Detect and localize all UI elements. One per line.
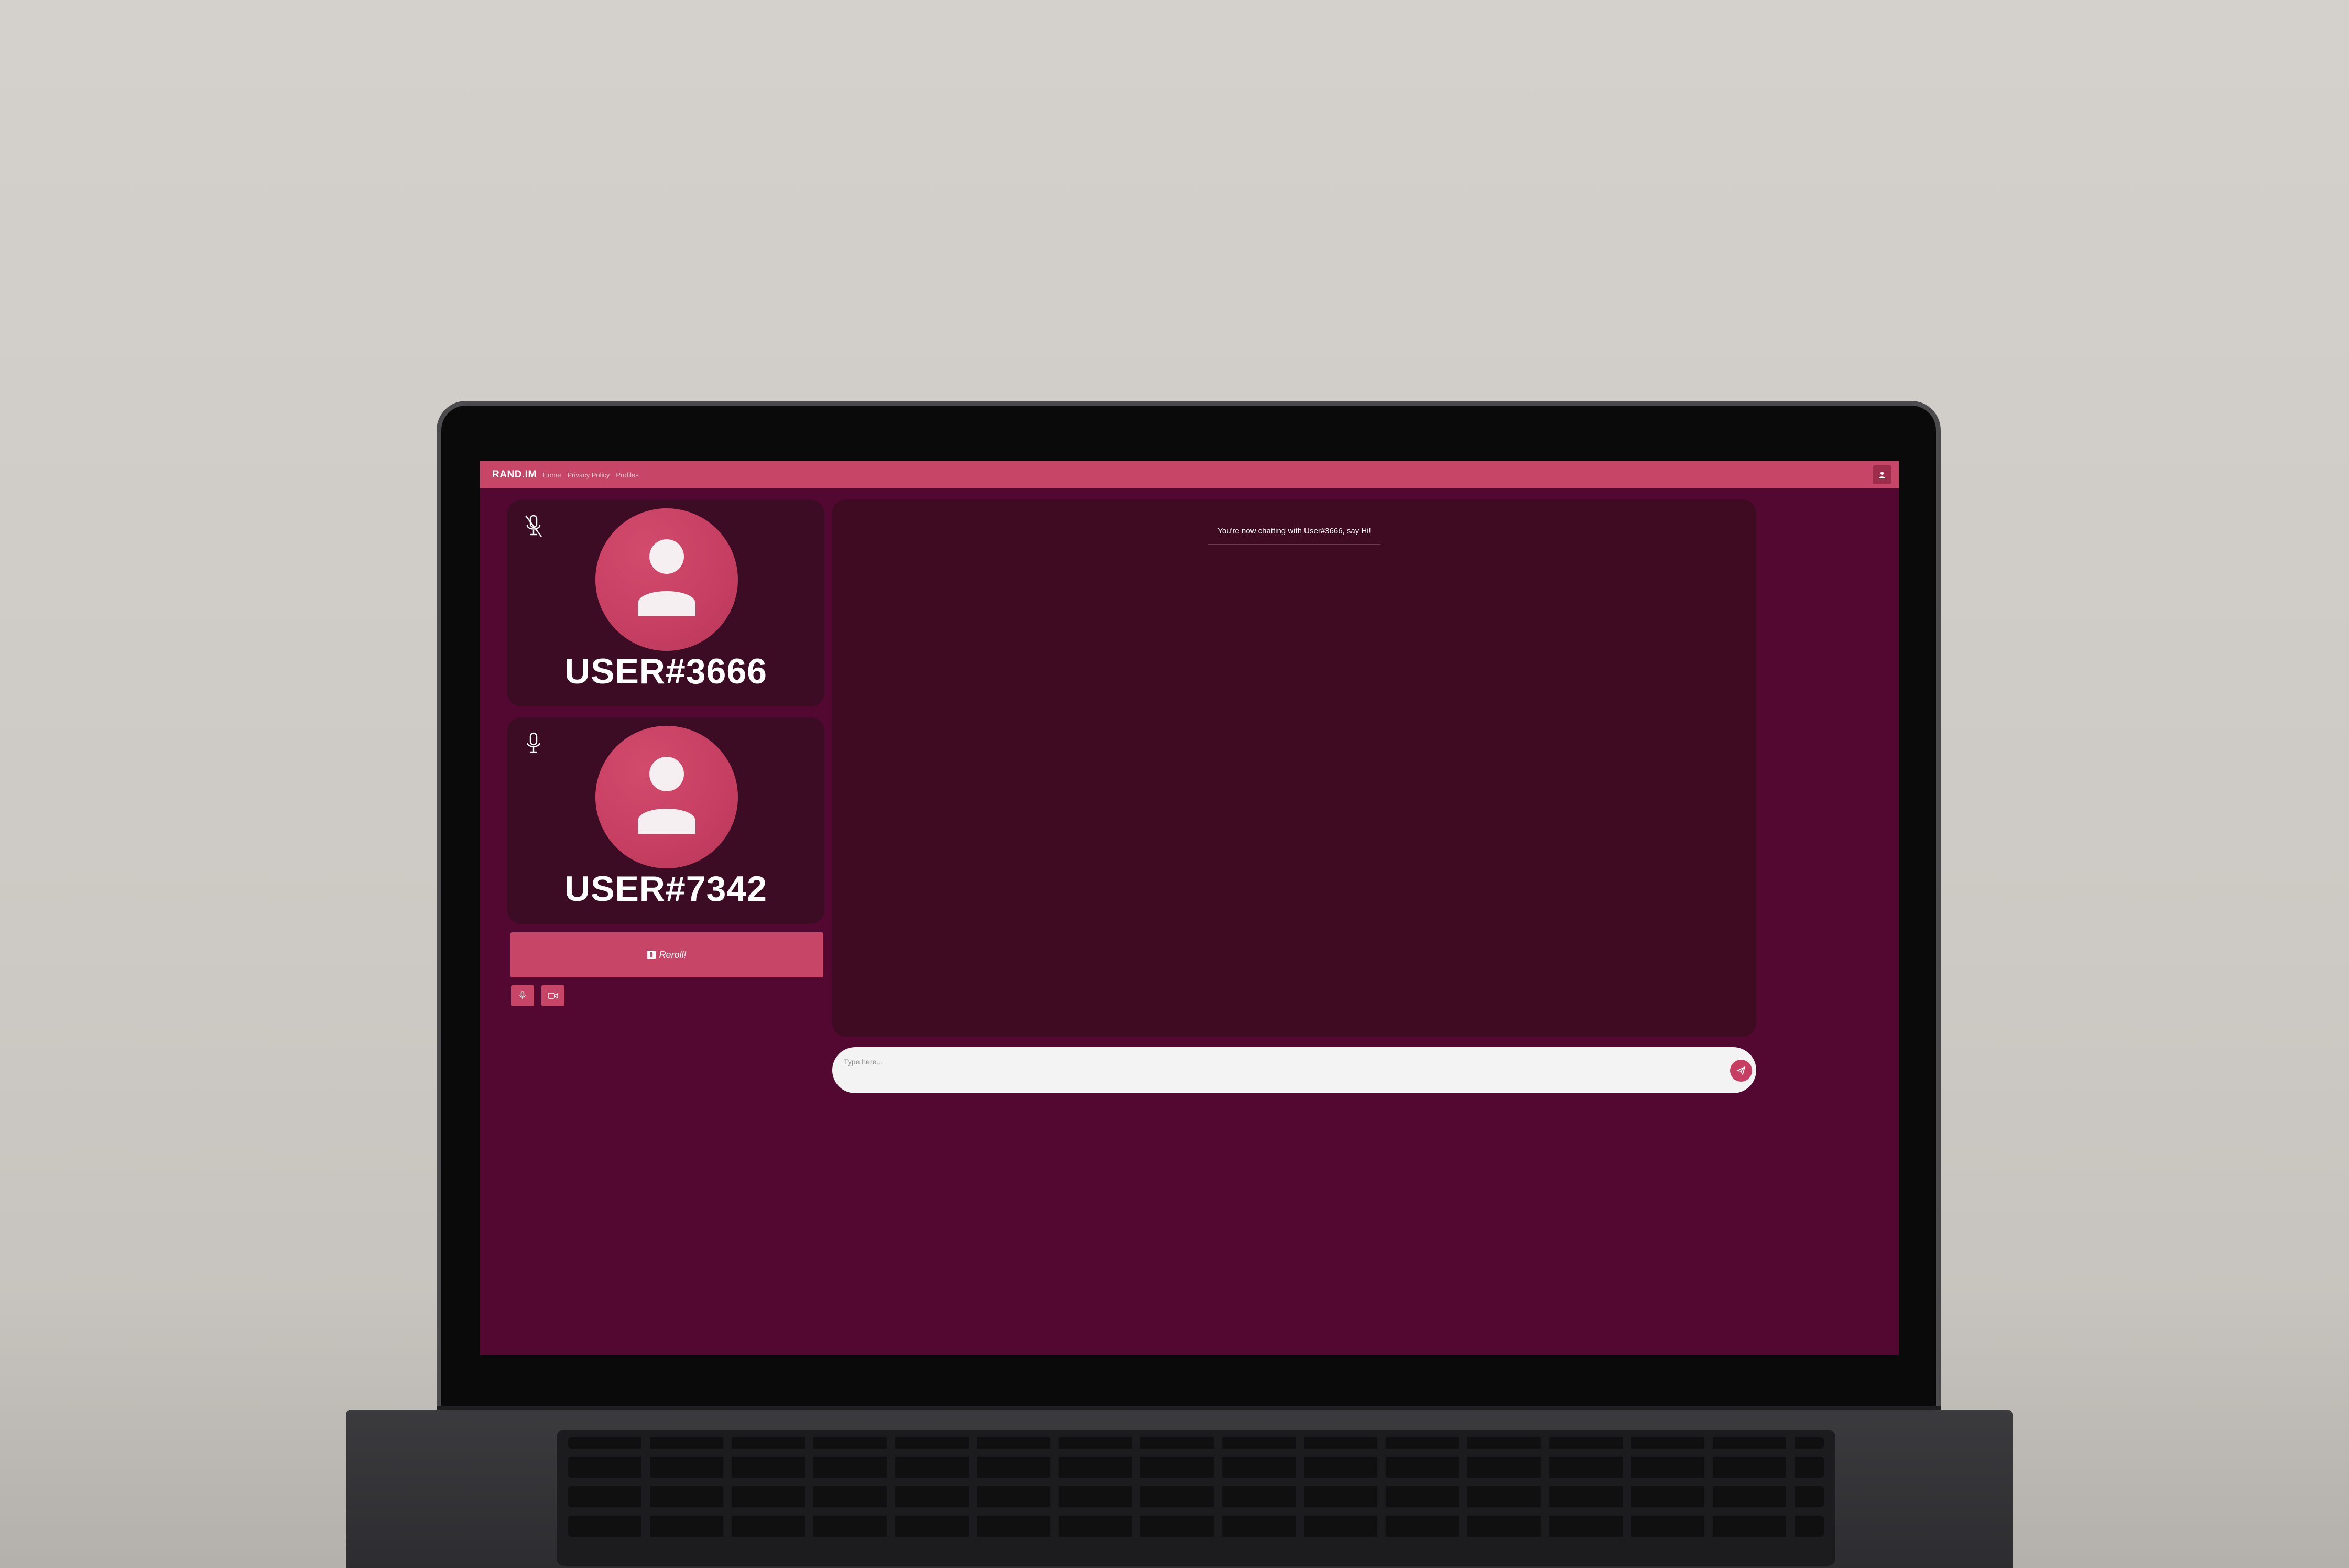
profile-button[interactable] <box>1873 465 1891 484</box>
reroll-button[interactable]: Reroll! <box>510 932 823 977</box>
laptop-keyboard <box>557 1430 1835 1566</box>
message-input[interactable] <box>843 1053 1694 1070</box>
camera-toggle-button[interactable] <box>541 985 564 1006</box>
message-divider <box>1208 544 1380 545</box>
keyboard-row <box>568 1486 1824 1507</box>
username: USER#3666 <box>564 651 768 691</box>
avatar <box>595 508 738 651</box>
username: USER#7342 <box>564 869 768 909</box>
nav-link-profiles[interactable]: Profiles <box>616 471 638 479</box>
send-icon <box>1737 1066 1745 1075</box>
top-navbar: RAND.IM Home Privacy Policy Profiles <box>480 461 1899 488</box>
avatar <box>595 726 738 868</box>
send-button[interactable] <box>1730 1060 1752 1082</box>
app-screen: RAND.IM Home Privacy Policy Profiles USE… <box>480 461 1899 1355</box>
keyboard-row <box>568 1457 1824 1478</box>
avatar-person-icon <box>638 757 695 834</box>
mic-toggle-button[interactable] <box>511 985 534 1006</box>
user-card: USER#3666 <box>507 500 824 706</box>
mic-icon <box>526 732 541 753</box>
keyboard-row <box>568 1437 1824 1449</box>
mic-off-icon <box>525 515 542 537</box>
brand-logo[interactable]: RAND.IM <box>492 469 537 481</box>
message-input-bar <box>832 1047 1756 1093</box>
reroll-label: Reroll! <box>659 949 687 960</box>
system-message: You're now chatting with User#3666, say … <box>1217 527 1371 536</box>
video-camera-icon <box>548 993 558 999</box>
chat-panel: You're now chatting with User#3666, say … <box>832 499 1756 1037</box>
nav-link-home[interactable]: Home <box>543 471 561 479</box>
user-icon <box>1879 472 1885 478</box>
user-card: USER#7342 <box>507 717 824 924</box>
avatar-person-icon <box>638 539 695 616</box>
keyboard-row <box>568 1516 1824 1537</box>
dice-icon <box>647 951 656 959</box>
mic-icon <box>519 991 526 999</box>
nav-link-privacy-policy[interactable]: Privacy Policy <box>567 471 610 479</box>
